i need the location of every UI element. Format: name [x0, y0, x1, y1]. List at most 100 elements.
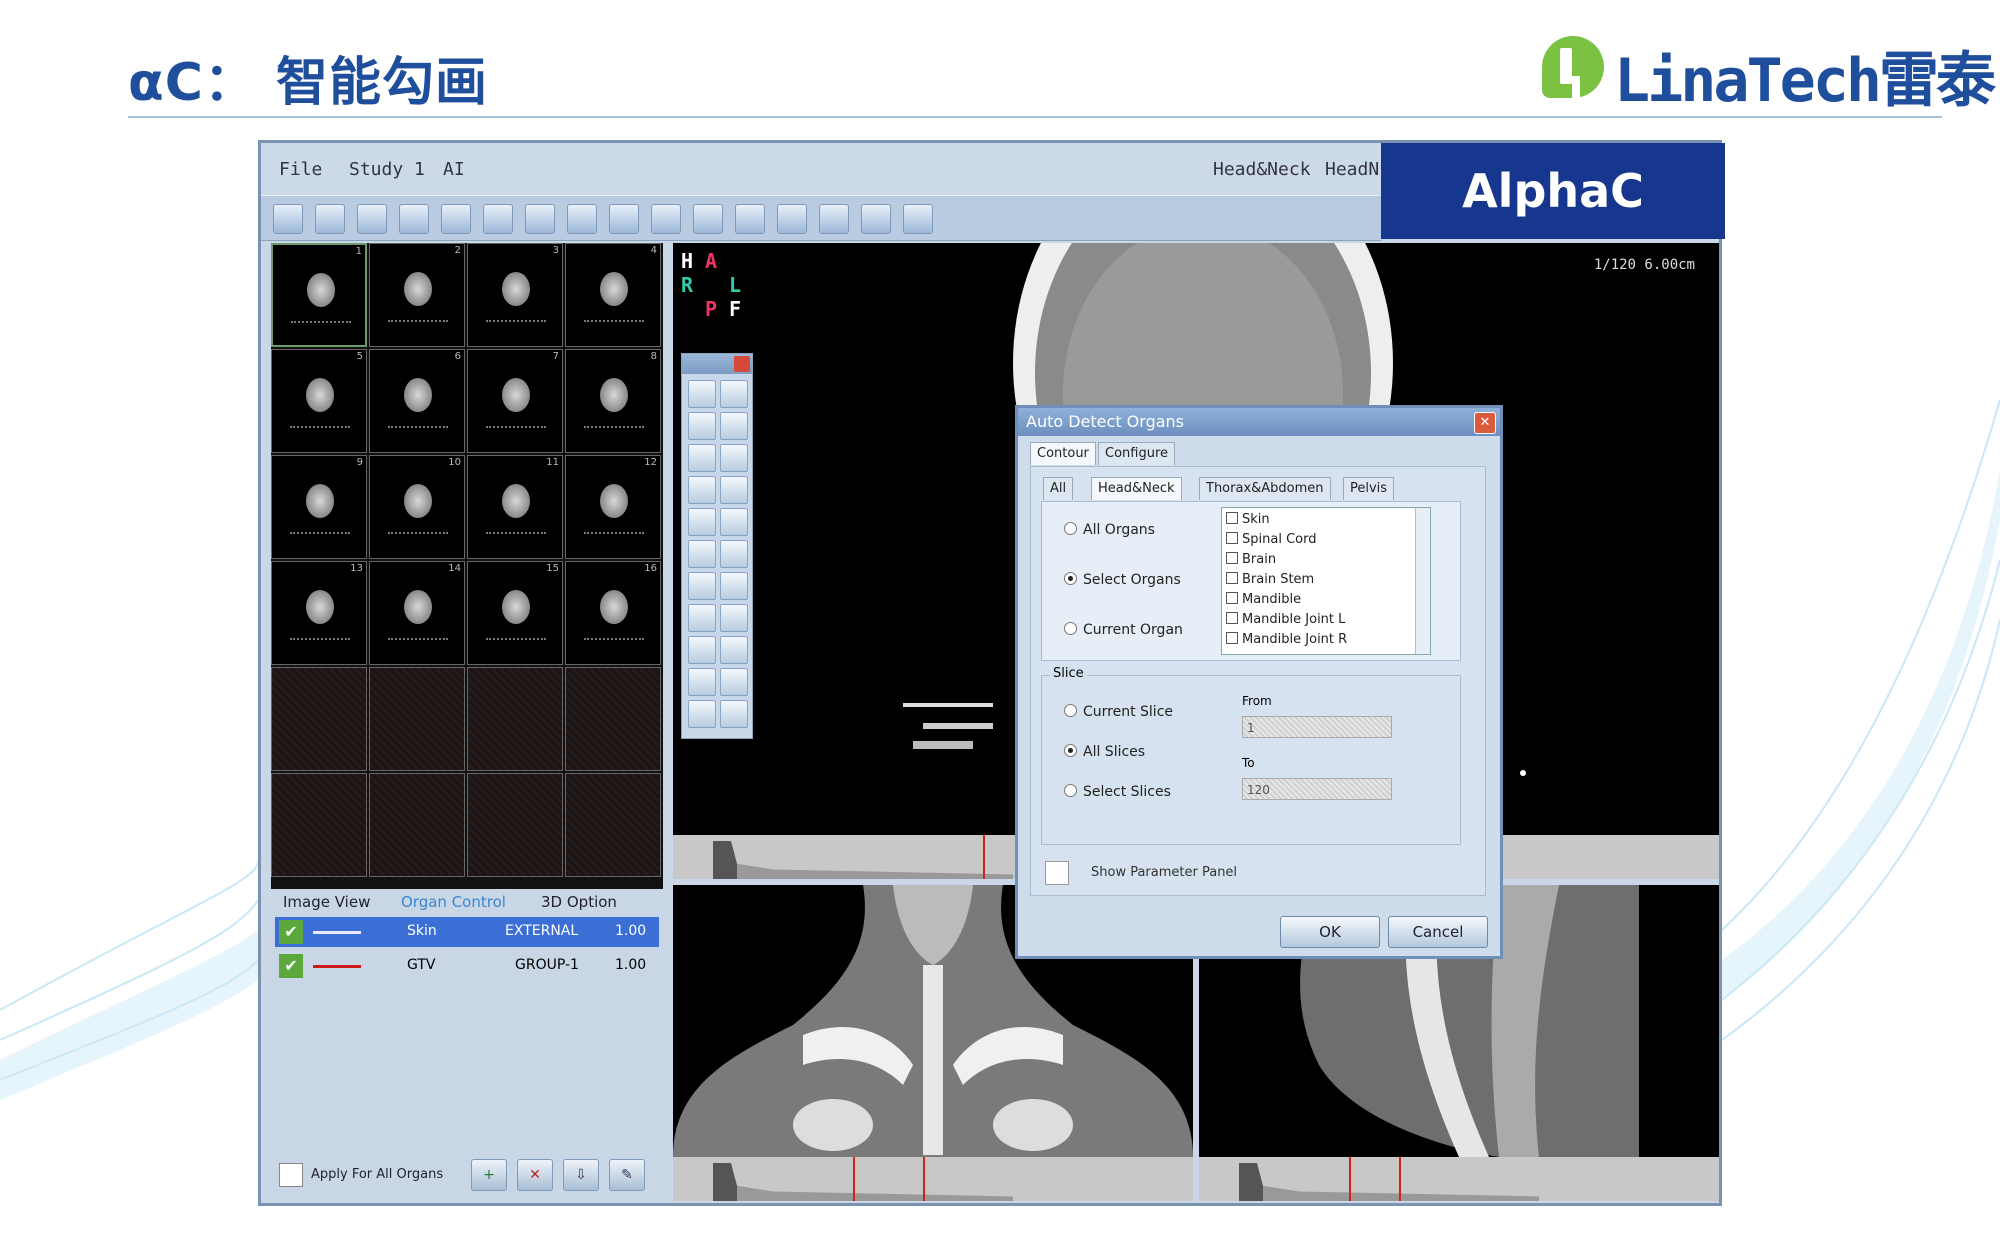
- palette-tool-icon[interactable]: [720, 540, 748, 568]
- palette-tool-icon[interactable]: [720, 604, 748, 632]
- radio-select-slices[interactable]: Select Slices: [1064, 784, 1171, 800]
- slice-thumbnail[interactable]: 15: [467, 561, 563, 665]
- slice-thumbnail[interactable]: 14: [369, 561, 465, 665]
- organ-list-scrollbar[interactable]: [1415, 508, 1430, 654]
- empty-thumbnail-slot[interactable]: [467, 773, 563, 877]
- delete-organ-button[interactable]: ✕: [517, 1159, 553, 1191]
- slice-thumbnail[interactable]: 4: [565, 243, 661, 347]
- palette-tool-icon[interactable]: [720, 476, 748, 504]
- checkbox-icon[interactable]: [1226, 592, 1238, 604]
- menu-ai[interactable]: AI: [443, 159, 465, 180]
- palette-close-icon[interactable]: [734, 356, 750, 372]
- tab-configure[interactable]: Configure: [1098, 442, 1176, 465]
- tab-contour[interactable]: Contour: [1030, 442, 1096, 465]
- toolbar-tool-icon[interactable]: [861, 204, 891, 234]
- toolbar-tool-icon[interactable]: [483, 204, 513, 234]
- palette-tool-icon[interactable]: [688, 380, 716, 408]
- tab-3d-option[interactable]: 3D Option: [541, 893, 617, 911]
- slice-thumbnail[interactable]: 10: [369, 455, 465, 559]
- menu-head-neck[interactable]: Head&Neck: [1213, 159, 1311, 180]
- slice-thumbnail[interactable]: 13: [271, 561, 367, 665]
- checkbox-icon[interactable]: [1226, 572, 1238, 584]
- organ-checklist-item[interactable]: Mandible Joint L: [1226, 612, 1345, 627]
- empty-thumbnail-slot[interactable]: [271, 667, 367, 771]
- slice-thumbnail[interactable]: 2: [369, 243, 465, 347]
- visible-check-icon[interactable]: ✔: [279, 920, 303, 944]
- slice-thumbnail[interactable]: 12: [565, 455, 661, 559]
- slice-thumbnail[interactable]: 16: [565, 561, 661, 665]
- empty-thumbnail-slot[interactable]: [565, 667, 661, 771]
- region-tab-all[interactable]: All: [1043, 477, 1074, 500]
- from-field[interactable]: 1: [1242, 716, 1392, 738]
- coronal-histogram[interactable]: [673, 1157, 1193, 1201]
- organ-checklist-item[interactable]: Spinal Cord: [1226, 532, 1316, 547]
- add-organ-button[interactable]: +: [471, 1159, 507, 1191]
- checkbox-icon[interactable]: [1226, 512, 1238, 524]
- slice-thumbnail[interactable]: 5: [271, 349, 367, 453]
- palette-tool-icon[interactable]: [720, 380, 748, 408]
- empty-thumbnail-slot[interactable]: [565, 773, 661, 877]
- toolbar-tool-icon[interactable]: [819, 204, 849, 234]
- organ-checklist-item[interactable]: Skin: [1226, 512, 1270, 527]
- edit-organ-button[interactable]: ✎: [609, 1159, 645, 1191]
- palette-tool-icon[interactable]: [720, 412, 748, 440]
- slice-thumbnail[interactable]: 6: [369, 349, 465, 453]
- palette-tool-icon[interactable]: [688, 668, 716, 696]
- checkbox-icon[interactable]: [1226, 612, 1238, 624]
- ok-button[interactable]: OK: [1280, 916, 1380, 948]
- palette-tool-icon[interactable]: [688, 540, 716, 568]
- organ-checklist-item[interactable]: Mandible: [1226, 592, 1301, 607]
- region-tab-head-neck[interactable]: Head&Neck: [1091, 477, 1182, 500]
- slice-thumbnail[interactable]: 8: [565, 349, 661, 453]
- palette-tool-icon[interactable]: [688, 700, 716, 728]
- tab-image-view[interactable]: Image View: [283, 893, 370, 911]
- move-organ-button[interactable]: ⇩: [563, 1159, 599, 1191]
- region-tab-thorax[interactable]: Thorax&Abdomen: [1199, 477, 1331, 500]
- apply-all-checkbox[interactable]: [279, 1163, 303, 1187]
- slice-thumbnail[interactable]: 11: [467, 455, 563, 559]
- palette-tool-icon[interactable]: [720, 508, 748, 536]
- tab-organ-control[interactable]: Organ Control: [401, 893, 506, 911]
- toolbar-tool-icon[interactable]: [693, 204, 723, 234]
- empty-thumbnail-slot[interactable]: [271, 773, 367, 877]
- region-tab-pelvis[interactable]: Pelvis: [1343, 477, 1395, 500]
- organ-checklist-item[interactable]: Brain Stem: [1226, 572, 1314, 587]
- dialog-title[interactable]: Auto Detect Organs: [1018, 408, 1500, 436]
- radio-all-organs[interactable]: All Organs: [1064, 522, 1155, 538]
- toolbar-tool-icon[interactable]: [777, 204, 807, 234]
- dialog-close-icon[interactable]: ✕: [1474, 412, 1496, 434]
- toolbar-tool-icon[interactable]: [357, 204, 387, 234]
- organ-checklist-item[interactable]: Mandible Joint R: [1226, 632, 1347, 647]
- checkbox-icon[interactable]: [1226, 532, 1238, 544]
- organ-checklist[interactable]: Skin Spinal Cord Brain Brain Stem Mandible Ma…: [1221, 507, 1431, 655]
- slice-thumbnail[interactable]: 3: [467, 243, 563, 347]
- to-field[interactable]: 120: [1242, 778, 1392, 800]
- palette-tool-icon[interactable]: [688, 572, 716, 600]
- slice-thumbnail[interactable]: 1: [271, 243, 367, 347]
- radio-current-organ[interactable]: Current Organ: [1064, 622, 1183, 638]
- palette-tool-icon[interactable]: [720, 668, 748, 696]
- toolbar-tool-icon[interactable]: [399, 204, 429, 234]
- palette-tool-icon[interactable]: [720, 444, 748, 472]
- empty-thumbnail-slot[interactable]: [369, 667, 465, 771]
- toolbar-tool-icon[interactable]: [651, 204, 681, 234]
- palette-tool-icon[interactable]: [688, 636, 716, 664]
- toolbar-tool-icon[interactable]: [273, 204, 303, 234]
- slice-thumbnail[interactable]: 9: [271, 455, 367, 559]
- radio-all-slices[interactable]: All Slices: [1064, 744, 1145, 760]
- radio-current-slice[interactable]: Current Slice: [1064, 704, 1173, 720]
- palette-tool-icon[interactable]: [720, 636, 748, 664]
- menu-study[interactable]: Study 1: [349, 159, 425, 180]
- palette-tool-icon[interactable]: [720, 700, 748, 728]
- palette-tool-icon[interactable]: [720, 572, 748, 600]
- palette-tool-icon[interactable]: [688, 508, 716, 536]
- empty-thumbnail-slot[interactable]: [369, 773, 465, 877]
- sagittal-histogram[interactable]: [1199, 1157, 1719, 1201]
- empty-thumbnail-slot[interactable]: [467, 667, 563, 771]
- toolbar-tool-icon[interactable]: [735, 204, 765, 234]
- organ-checklist-item[interactable]: Brain: [1226, 552, 1276, 567]
- organ-row-skin[interactable]: ✔ Skin EXTERNAL 1.00: [275, 917, 659, 947]
- visible-check-icon[interactable]: ✔: [279, 954, 303, 978]
- palette-tool-icon[interactable]: [688, 412, 716, 440]
- menu-file[interactable]: File: [279, 159, 322, 180]
